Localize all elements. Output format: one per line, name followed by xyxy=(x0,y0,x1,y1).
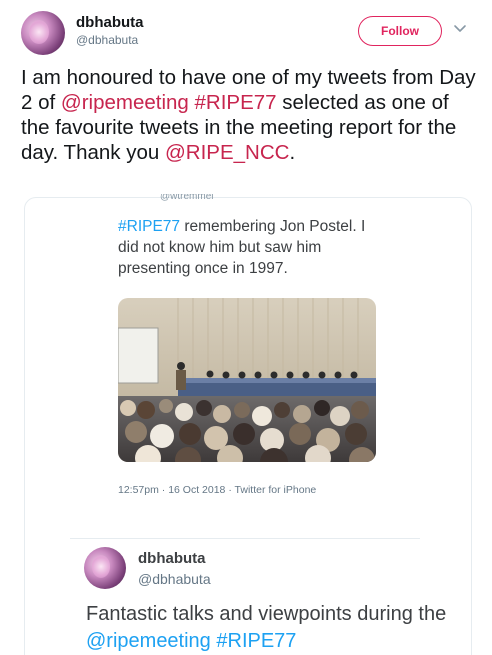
reply-text-part: Fantastic talks and viewpoints during th… xyxy=(86,603,447,625)
reply-author-handle[interactable]: @dbhabuta xyxy=(138,571,211,587)
follow-button[interactable]: Follow xyxy=(358,16,442,46)
hashtag-link[interactable]: #RIPE77 xyxy=(216,630,296,652)
conference-photo xyxy=(118,298,376,462)
chevron-down-icon[interactable] xyxy=(453,22,467,36)
tweet-text-part: . xyxy=(289,141,296,164)
author-handle[interactable]: @dbhabuta xyxy=(76,33,138,47)
mention-link[interactable]: @ripemeeting xyxy=(86,630,211,652)
mention-link[interactable]: @RIPE_NCC xyxy=(165,141,289,164)
divider xyxy=(70,538,420,539)
avatar[interactable] xyxy=(21,11,65,55)
reply-avatar[interactable] xyxy=(84,547,126,589)
tweet-photo[interactable] xyxy=(118,298,376,462)
author-name[interactable]: dbhabuta xyxy=(76,14,144,31)
reply-author-name[interactable]: dbhabuta xyxy=(138,550,206,567)
quoted-handle: @wtremmel xyxy=(160,194,214,202)
quoted-timestamp[interactable]: 12:57pm · 16 Oct 2018 · Twitter for iPho… xyxy=(118,484,316,496)
hashtag-link[interactable]: #RIPE77 xyxy=(195,91,277,114)
quoted-tweet-text: #RIPE77 remembering Jon Postel. I did no… xyxy=(118,216,388,279)
mention-link[interactable]: @ripemeeting xyxy=(61,91,189,114)
hashtag-link[interactable]: #RIPE77 xyxy=(118,218,180,235)
reply-text: Fantastic talks and viewpoints during th… xyxy=(86,601,456,655)
tweet-text: I am honoured to have one of my tweets f… xyxy=(21,65,476,165)
